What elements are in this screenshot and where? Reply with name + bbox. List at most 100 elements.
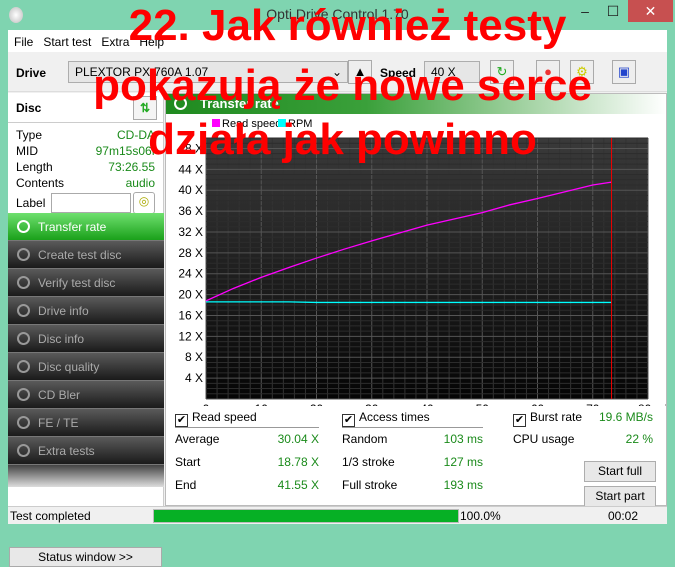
mid-value: 97m15s06f [95,144,155,158]
stat-label: 1/3 stroke [342,455,395,469]
y-tick-label: 32 X [178,225,203,239]
y-tick-label: 16 X [178,308,203,322]
random-row: Random 103 ms [342,428,483,451]
disc-type-row: Type CD-DA [8,127,163,143]
nav-label: Create test disc [38,248,122,262]
menu-bar: File Start test Extra Help [8,30,667,52]
nav-label: Drive info [38,304,89,318]
disc-icon [17,388,30,401]
transfer-rate-chart: 4 X 8 X 12 X 16 X 20 X 24 X 28 X 32 X 36 X 40 X 44… [178,118,666,406]
eject-button[interactable]: ▲ [348,60,372,84]
disc-length-row: Length 73:26.55 [8,159,163,175]
end-value: 41.55 X [277,478,319,492]
y-tick-label: 24 X [178,267,203,281]
progress-fill [154,510,458,522]
stat-label: Random [342,432,388,446]
menu-start-test[interactable]: Start test [43,35,91,52]
progress-bar [153,509,459,523]
nav-label: Disc info [38,332,85,346]
full-stroke-value: 193 ms [443,478,483,492]
status-window-button[interactable]: Status window >> [9,547,162,567]
stat-label: Full stroke [342,478,398,492]
stat-label: Start [175,455,201,469]
close-button[interactable]: ✕ [628,0,673,22]
title-bar: Opti Drive Control 1.70 – ☐ ✕ [0,0,675,30]
nav-label: Verify test disc [38,276,116,290]
cpu-usage-label: CPU usage [513,432,575,446]
end-row: End 41.55 X [175,474,319,497]
access-times-checkbox[interactable]: ✔ [342,414,355,427]
nav-extra-tests[interactable]: Extra tests [8,437,164,465]
nav-fe-te[interactable]: FE / TE [8,409,164,437]
y-tick-label: 20 X [178,288,203,302]
burst-rate-label: Burst rate [530,410,583,424]
disc-icon [17,304,30,317]
read-speed-label: Read speed [192,410,257,424]
y-tick-label: 44 X [178,162,203,176]
erase-button[interactable]: ● [536,60,560,84]
disc-icon [17,276,30,289]
nav-drive-info[interactable]: Drive info [8,297,164,325]
y-tick-label: 12 X [178,329,203,343]
disc-icon [17,332,30,345]
settings-button[interactable]: ⚙ [570,60,594,84]
nav-verify-test-disc[interactable]: Verify test disc [8,269,164,297]
chevron-down-icon: ⌄ [331,65,342,79]
read-speed-checkbox[interactable]: ✔ [175,414,188,427]
maximize-button[interactable]: ☐ [598,0,628,22]
refresh-drive-button[interactable]: ↻ [490,60,514,84]
nav-disc-info[interactable]: Disc info [8,325,164,353]
start-full-button[interactable]: Start full [584,461,656,482]
elapsed-time: 00:02 [608,509,639,523]
status-bar: Test completed 100.0% 00:02 [8,506,667,524]
nav-create-test-disc[interactable]: Create test disc [8,241,164,269]
drive-select[interactable]: PLEXTOR PX-760A 1.07 ⌄ [68,61,348,83]
disc-contents-row: Contents audio [8,175,163,191]
menu-extra[interactable]: Extra [101,35,129,52]
panel-title: Transfer rate [200,96,279,111]
legend-label: Read speed [222,118,281,130]
speed-value: 40 X [431,65,456,79]
third-stroke-value: 127 ms [443,455,483,469]
nav-transfer-rate[interactable]: Transfer rate [8,213,164,241]
start-part-button[interactable]: Start part [584,486,656,507]
speed-select[interactable]: 40 X [424,61,480,83]
minimize-button[interactable]: – [570,0,600,22]
disc-icon [17,416,30,429]
stat-label: End [175,478,197,492]
nav-cd-bler[interactable]: CD Bler [8,381,164,409]
contents-value: audio [125,176,155,190]
type-value: CD-DA [117,128,155,142]
legend-swatch [278,119,286,127]
status-text: Test completed [10,509,91,523]
length-label: Length [16,160,53,174]
burst-rate-value: 19.6 MB/s [598,410,653,424]
progress-text: 100.0% [460,509,501,523]
label-input[interactable] [51,193,132,213]
disc-icon [17,444,30,457]
disc-icon[interactable]: ◎ [133,192,155,214]
disc-icon [174,97,187,110]
nav-disc-quality[interactable]: Disc quality [8,353,164,381]
nav-label: Extra tests [38,444,95,458]
y-tick-label: 8 X [185,350,203,364]
y-tick-label: 48 X [178,141,203,155]
menu-help[interactable]: Help [139,35,164,52]
average-value: 30.04 X [277,432,319,446]
menu-file[interactable]: File [14,35,33,52]
save-icon[interactable]: ▣ [612,60,636,84]
disc-icon [17,360,30,373]
start-row: Start 18.78 X [175,451,319,474]
label-label: Label [16,196,46,210]
access-times-label: Access times [359,410,430,424]
refresh-disc-button[interactable]: ⇅ [133,96,157,120]
nav-spacer [8,465,164,487]
average-row: Average 30.04 X [175,428,319,451]
drive-value: PLEXTOR PX-760A 1.07 [75,65,209,79]
cpu-usage-value: 22 % [625,432,653,446]
nav-label: FE / TE [38,416,79,430]
speed-label: Speed [380,66,417,80]
contents-label: Contents [16,176,65,190]
burst-rate-checkbox[interactable]: ✔ [513,414,526,427]
disc-mid-row: MID 97m15s06f [8,143,163,159]
